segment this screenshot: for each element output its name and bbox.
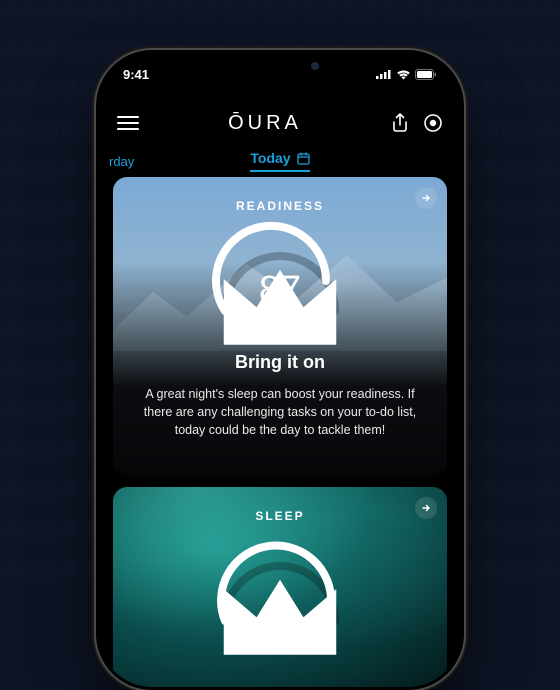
share-button[interactable]: [391, 113, 409, 133]
calendar-icon: [297, 152, 310, 165]
status-icons: [376, 69, 437, 80]
readiness-gauge: 87: [205, 221, 355, 321]
cards-scroll[interactable]: READINESS 87 Optimal Bring it on A great…: [113, 177, 447, 687]
readiness-label: Optimal: [113, 319, 447, 334]
readiness-body: A great night's sleep can boost your rea…: [113, 373, 447, 463]
phone-frame: 9:41 ŌURA rday: [96, 50, 464, 690]
cellular-icon: [376, 69, 392, 79]
status-time: 9:41: [123, 67, 149, 82]
ring-status-button[interactable]: [423, 113, 443, 133]
menu-button[interactable]: [117, 115, 139, 131]
sleep-card[interactable]: SLEEP: [113, 487, 447, 687]
wifi-icon: [396, 69, 411, 80]
screen: 9:41 ŌURA rday: [99, 53, 461, 687]
sleep-gauge: [205, 531, 355, 631]
tab-today-label: Today: [250, 150, 290, 166]
hamburger-icon: [117, 115, 139, 131]
readiness-title: READINESS: [113, 177, 447, 213]
nav-bar: ŌURA: [99, 103, 461, 143]
share-icon: [391, 113, 409, 133]
tab-today[interactable]: Today: [250, 150, 309, 172]
date-tabs: rday Today: [99, 145, 461, 177]
ring-icon: [423, 113, 443, 133]
notch: [205, 53, 355, 79]
brand-logo: ŌURA: [228, 112, 302, 135]
readiness-score: 87: [205, 269, 355, 312]
battery-icon: [415, 69, 437, 80]
readiness-card[interactable]: READINESS 87 Optimal Bring it on A great…: [113, 177, 447, 477]
readiness-headline: Bring it on: [113, 352, 447, 373]
sleep-title: SLEEP: [113, 487, 447, 523]
crown-icon: [205, 561, 355, 674]
tab-previous-day[interactable]: rday: [99, 154, 134, 169]
